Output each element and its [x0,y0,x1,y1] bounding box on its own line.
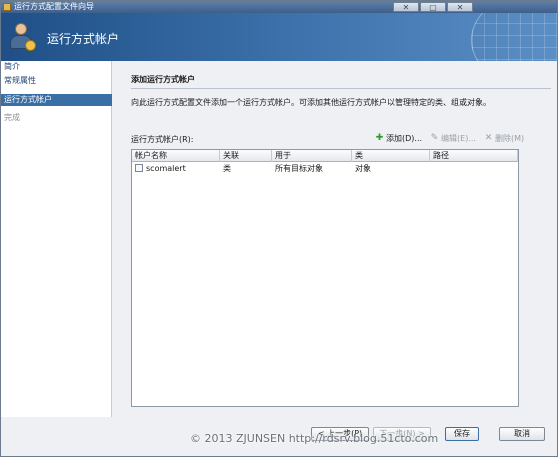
cell-used-for: 所有目标对象 [275,164,323,173]
cell-class: 对象 [355,164,371,173]
wizard-window: 运行方式配置文件向导 ✕ ▢ ✕ 运行方式帐户 简介 常规属性 运行方式帐户 完… [0,0,558,457]
edit-label: 编辑(E)... [441,134,476,143]
nav-item-runas-accounts[interactable]: 运行方式帐户 [1,94,112,106]
description-text: 向此运行方式配置文件添加一个运行方式帐户。可添加其他运行方式帐户以管理特定的类、… [131,98,491,107]
add-label: 添加(D)... [386,134,423,143]
nav-item-intro[interactable]: 简介 [1,61,112,73]
column-class[interactable]: 类 [352,150,430,162]
column-path[interactable]: 路径 [430,150,518,162]
user-account-icon [7,23,37,53]
title-bar[interactable]: 运行方式配置文件向导 ✕ ▢ ✕ [1,1,557,13]
table-row[interactable]: scomalert 类 所有目标对象 对象 [132,163,518,174]
section-divider [131,88,551,89]
pencil-icon: ✎ [430,133,439,143]
account-row-icon [135,164,143,172]
column-account-name[interactable]: 帐户名称 [132,150,220,162]
nav-item-general[interactable]: 常规属性 [1,75,112,87]
column-association[interactable]: 关联 [220,150,272,162]
wizard-navigation: 简介 常规属性 运行方式帐户 完成 [1,61,112,417]
list-toolbar: ✚ 添加(D)... ✎ 编辑(E)... ✕ 删除(M) [375,133,532,144]
nav-item-complete: 完成 [4,113,20,122]
section-title: 添加运行方式帐户 [131,75,195,84]
wizard-icon [3,3,11,11]
edit-button: ✎ 编辑(E)... [430,133,476,144]
delete-label: 删除(M) [494,134,525,143]
save-button[interactable]: 保存 [445,427,479,441]
window-controls: ✕ ▢ ✕ [393,2,474,12]
cancel-button[interactable]: 取消 [499,427,545,441]
window-title: 运行方式配置文件向导 [14,2,94,11]
list-header: 帐户名称 关联 用于 类 路径 [132,150,518,162]
header-banner: 运行方式帐户 [1,13,557,61]
accounts-list-label: 运行方式帐户(R): [131,135,194,144]
cell-association: 类 [223,164,231,173]
column-used-for[interactable]: 用于 [272,150,352,162]
add-button[interactable]: ✚ 添加(D)... [375,133,422,144]
globe-graphic [471,13,557,61]
delete-button: ✕ 删除(M) [484,133,524,144]
maximize-button[interactable]: ▢ [420,2,446,12]
cell-account-name: scomalert [132,163,220,174]
accounts-list[interactable]: 帐户名称 关联 用于 类 路径 scomalert 类 所有目标对象 对象 [131,149,519,407]
copyright-watermark: © 2013 ZJUNSEN http://rdsrv.blog.51cto.c… [190,432,439,445]
plus-icon: ✚ [375,133,384,143]
x-icon: ✕ [484,133,493,143]
page-title: 运行方式帐户 [47,32,120,46]
cell-path [430,163,518,174]
minimize-button[interactable]: ✕ [393,2,419,12]
content-pane: 添加运行方式帐户 向此运行方式配置文件添加一个运行方式帐户。可添加其他运行方式帐… [113,61,557,417]
close-button[interactable]: ✕ [447,2,473,12]
